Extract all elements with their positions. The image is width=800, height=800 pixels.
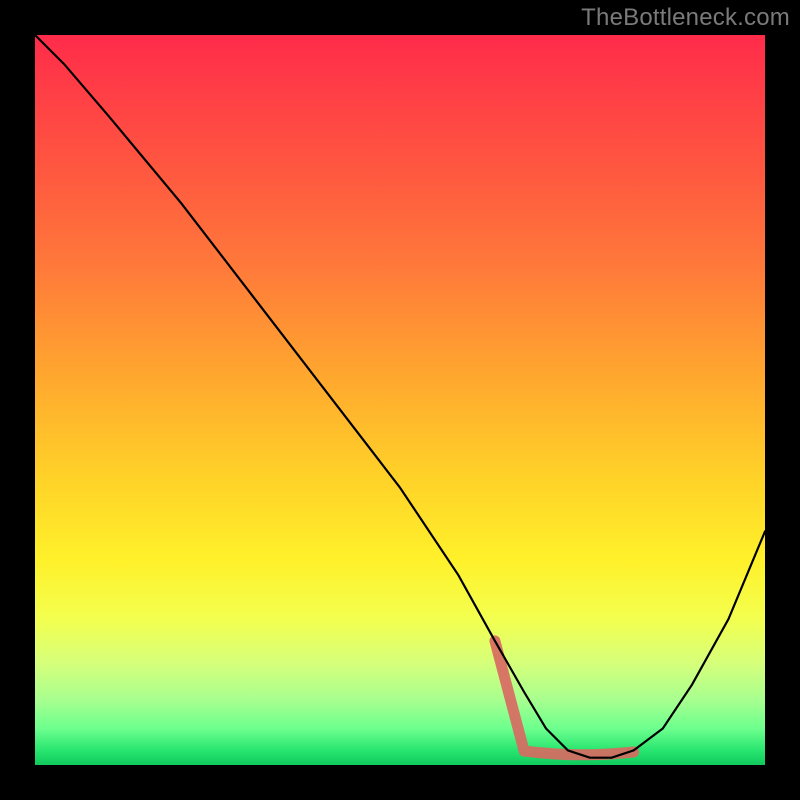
- chart-frame: TheBottleneck.com: [0, 0, 800, 800]
- optimal-range-highlight: [495, 641, 634, 755]
- chart-svg: [35, 35, 765, 765]
- plot-area: [35, 35, 765, 765]
- bottleneck-curve-line: [35, 35, 765, 758]
- watermark-text: TheBottleneck.com: [581, 4, 790, 32]
